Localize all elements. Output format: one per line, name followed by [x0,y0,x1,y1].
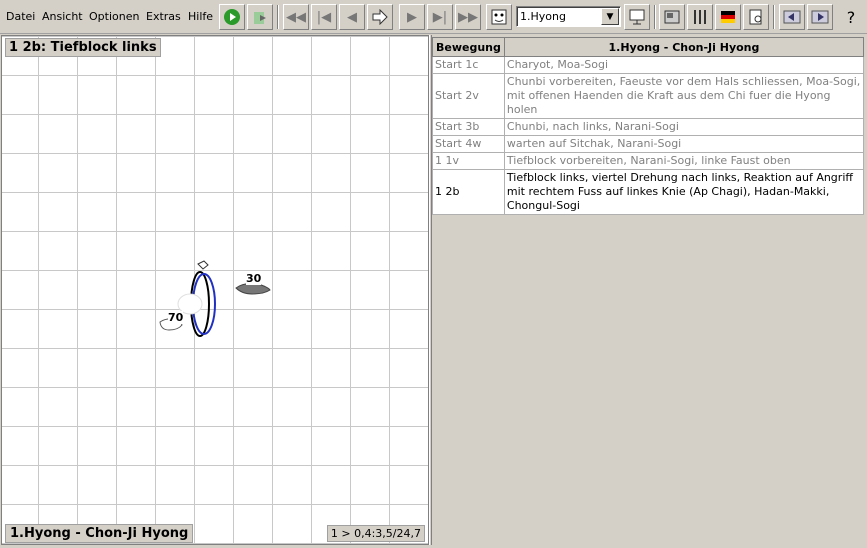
german-flag-icon [721,11,735,23]
rewind-fast-button[interactable]: ◀◀ [283,4,309,30]
arrow-right-outline-icon [372,9,388,25]
first-button[interactable]: |◀ [311,4,337,30]
settings-button[interactable] [687,4,713,30]
moves-table-wrap: Bewegung 1.Hyong - Chon-Ji Hyong Start 1… [432,37,865,215]
move-cell: Start 3b [432,118,505,136]
window-button[interactable] [659,4,685,30]
menu-extras[interactable]: Extras [146,10,181,23]
desc-cell: Chunbi vorbereiten, Faeuste vor dem Hals… [503,73,865,119]
media-icon [254,12,266,24]
desc-cell: Charyot, Moa-Sogi [503,56,865,74]
language-button[interactable] [715,4,741,30]
desc-cell: Tiefblock vorbereiten, Narani-Sogi, link… [503,152,865,170]
left-foot-label: 70 [168,311,184,324]
board-footer: 1.Hyong - Chon-Ji Hyong [5,524,194,543]
mask-button[interactable] [486,4,512,30]
table-row[interactable]: 1 1v Tiefblock vorbereiten, Narani-Sogi, … [432,152,865,170]
hyong-select[interactable]: 1.Hyong ▼ [516,6,621,27]
presentation-button[interactable] [624,4,650,30]
prev-icon: ◀ [347,9,357,25]
table-row[interactable]: Start 1c Charyot, Moa-Sogi [432,56,865,74]
next-icon: ▶ [407,9,417,25]
menu-ansicht[interactable]: Ansicht [42,10,83,23]
step-back-button[interactable] [779,4,805,30]
preview-button[interactable] [743,4,769,30]
menu-optionen[interactable]: Optionen [89,10,139,23]
play-icon [224,9,240,25]
mask-icon [491,9,507,25]
forward-fast-button[interactable]: ▶▶ [455,4,481,30]
help-button[interactable]: ? [838,4,864,30]
desc-cell: Chunbi, nach links, Narani-Sogi [503,118,865,136]
window-icon [664,10,680,24]
play-button[interactable] [219,4,245,30]
rewind-fast-icon: ◀◀ [286,9,306,25]
toolbar: Datei Ansicht Optionen Extras Hilfe ◀◀ |… [0,0,867,34]
table-row-active[interactable]: 1 2b Tiefblock links, viertel Drehung nac… [432,169,865,215]
diagram-board: 1 2b: Tiefblock links 30 70 1.Hyong - Ch… [1,35,429,545]
skip-last-icon: ▶| [432,9,448,25]
right-foot-icon [235,283,271,295]
sliders-icon [694,10,706,24]
presentation-icon [629,9,645,25]
move-cell: Start 4w [432,135,505,153]
table-row[interactable]: Start 4w warten auf Sitchak, Narani-Sogi [432,135,865,153]
board-title: 1 2b: Tiefblock links [5,38,161,57]
record-button[interactable] [247,4,273,30]
prev-button[interactable]: ◀ [339,4,365,30]
desc-cell: Tiefblock links, viertel Drehung nach li… [503,169,865,215]
stance-figure [159,260,271,337]
step-forward-button[interactable] [807,4,833,30]
right-foot-label: 30 [246,272,262,285]
menu-hilfe[interactable]: Hilfe [188,10,213,23]
right-arrow-box-icon [811,10,829,24]
hyong-select-value: 1.Hyong [520,10,566,23]
next-button[interactable]: ▶ [399,4,425,30]
last-button[interactable]: ▶| [427,4,453,30]
col-header-hyong[interactable]: 1.Hyong - Chon-Ji Hyong [503,37,865,57]
desc-cell: warten auf Sitchak, Narani-Sogi [503,135,865,153]
move-cell: Start 2v [432,73,505,119]
go-button[interactable] [367,4,393,30]
board-coords: 1 > 0,4:3,5/24,7 [326,525,425,542]
menu-datei[interactable]: Datei [6,10,35,23]
left-arrow-box-icon [783,10,801,24]
move-cell: Start 1c [432,56,505,74]
move-cell: 1 2b [432,169,505,215]
move-cell: 1 1v [432,152,505,170]
col-header-move[interactable]: Bewegung [432,37,505,57]
chevron-down-icon[interactable]: ▼ [601,8,619,25]
moves-table: Bewegung 1.Hyong - Chon-Ji Hyong Start 1… [432,37,865,215]
print-preview-icon [749,9,762,25]
forward-fast-icon: ▶▶ [458,9,478,25]
table-row[interactable]: Start 2v Chunbi vorbereiten, Faeuste vor … [432,73,865,119]
table-row[interactable]: Start 3b Chunbi, nach links, Narani-Sogi [432,118,865,136]
skip-first-icon: |◀ [316,9,332,25]
